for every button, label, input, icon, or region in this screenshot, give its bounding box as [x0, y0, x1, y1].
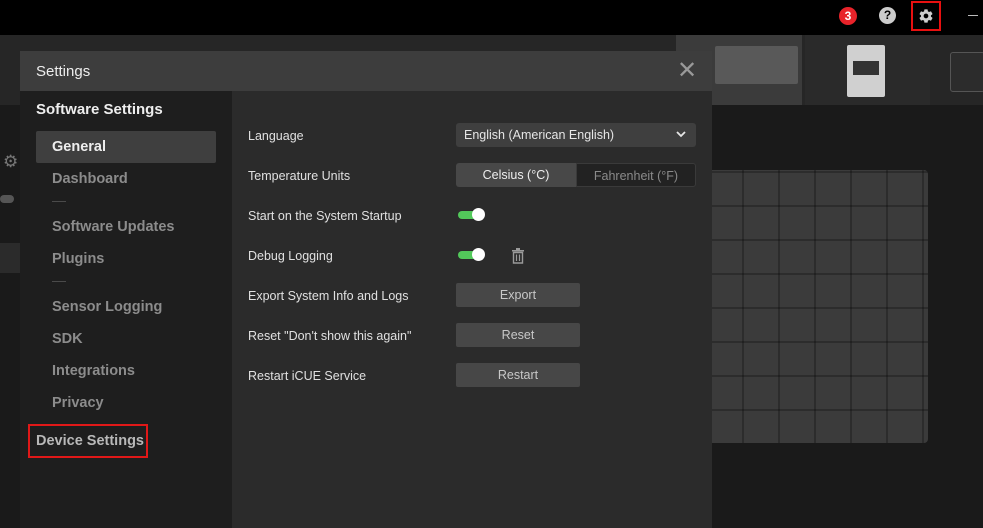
keyboard-preview-image: [708, 170, 928, 443]
minimize-icon[interactable]: [968, 15, 978, 16]
temperature-units-label: Temperature Units: [248, 169, 351, 183]
reset-label: Reset "Don't show this again": [248, 329, 412, 343]
device-settings-highlight[interactable]: Device Settings: [28, 424, 148, 458]
top-bar: 3 ?: [0, 0, 983, 35]
startup-label: Start on the System Startup: [248, 209, 402, 223]
sidebar-item-integrations[interactable]: Integrations: [36, 355, 216, 387]
sidebar-divider: [52, 201, 66, 202]
background-panel: [0, 243, 20, 273]
notification-badge[interactable]: 3: [839, 7, 857, 25]
sidebar-item-general[interactable]: General: [36, 131, 216, 163]
debug-logging-label: Debug Logging: [248, 249, 333, 263]
sidebar-item-sdk[interactable]: SDK: [36, 323, 216, 355]
dongle-thumbnail-image: [847, 45, 885, 97]
gear-icon: [919, 9, 933, 23]
sidebar-item-software-updates[interactable]: Software Updates: [36, 211, 216, 243]
background-button: [950, 52, 983, 92]
restart-button[interactable]: Restart: [456, 363, 580, 387]
language-label: Language: [248, 129, 304, 143]
startup-toggle[interactable]: [458, 208, 485, 221]
language-select[interactable]: English (American English): [456, 123, 696, 147]
help-icon[interactable]: ?: [879, 7, 896, 24]
debug-logging-toggle[interactable]: [458, 248, 485, 261]
celsius-option[interactable]: Celsius (°C): [456, 163, 576, 187]
close-icon[interactable]: ✕: [677, 57, 697, 85]
fahrenheit-option[interactable]: Fahrenheit (°F): [576, 163, 696, 187]
language-value: English (American English): [464, 128, 615, 142]
software-settings-heading: Software Settings: [36, 101, 163, 118]
restart-service-label: Restart iCUE Service: [248, 369, 367, 383]
trash-icon[interactable]: [510, 247, 526, 265]
reset-button[interactable]: Reset: [456, 323, 580, 347]
sidebar-item-privacy[interactable]: Privacy: [36, 387, 216, 419]
toggle-knob: [472, 248, 485, 261]
toggle-knob: [472, 208, 485, 221]
background-toggle: [0, 195, 14, 203]
export-label: Export System Info and Logs: [248, 289, 409, 303]
dialog-header: Settings ✕: [20, 51, 712, 91]
settings-sidebar: Software Settings General Dashboard Soft…: [20, 91, 232, 528]
settings-dialog: Settings ✕ Software Settings General Das…: [20, 51, 712, 528]
device-settings-link[interactable]: Device Settings: [36, 433, 144, 449]
sidebar-item-plugins[interactable]: Plugins: [36, 243, 216, 275]
chevron-down-icon: [676, 131, 686, 138]
dialog-title: Settings: [36, 63, 91, 80]
settings-gear-button[interactable]: [911, 1, 941, 31]
keyboard-thumbnail-image: [715, 46, 798, 84]
background-gear-icon: ⚙: [3, 152, 19, 171]
sidebar-divider: [52, 281, 66, 282]
export-button[interactable]: Export: [456, 283, 580, 307]
sidebar-item-dashboard[interactable]: Dashboard: [36, 163, 216, 195]
sidebar-item-sensor-logging[interactable]: Sensor Logging: [36, 291, 216, 323]
